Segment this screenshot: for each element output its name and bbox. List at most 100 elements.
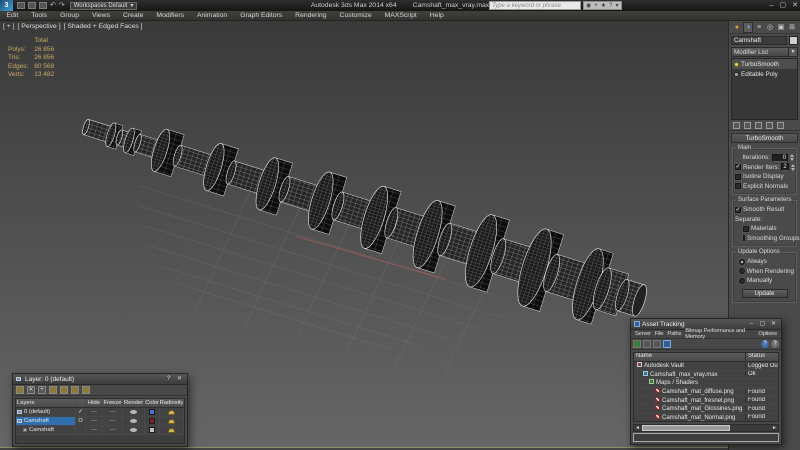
freeze-toggle[interactable]: — <box>103 408 123 416</box>
asset-row-texture[interactable]: Camshaft_mat_diffuse.png Found <box>634 388 778 397</box>
new-scene-icon[interactable] <box>17 2 25 9</box>
stack-item-editable-poly[interactable]: Editable Poly <box>732 69 797 79</box>
asset-row-vault[interactable]: Autodesk Vault Logged Out <box>634 362 778 371</box>
layer-titlebar[interactable]: Layer: 0 (default) ? ✕ <box>13 374 187 385</box>
undo-icon[interactable]: ↶ <box>50 1 56 10</box>
configure-modifier-sets-icon[interactable] <box>777 122 784 129</box>
select-highlighted-icon[interactable] <box>49 386 57 394</box>
camshaft-model[interactable] <box>72 88 657 341</box>
menu-options[interactable]: Options <box>756 331 779 337</box>
remove-modifier-icon[interactable] <box>766 122 773 129</box>
help-icon[interactable]: ? <box>761 340 769 348</box>
menu-customize[interactable]: Customize <box>333 11 378 21</box>
motion-tab-icon[interactable]: ◎ <box>765 22 775 33</box>
render-iters-field[interactable]: 2 <box>781 163 788 171</box>
close-button[interactable]: ✕ <box>792 0 798 11</box>
render-iters-checkbox[interactable]: ✓ <box>735 164 741 170</box>
search-input[interactable]: Type a keyword or phrase <box>489 1 581 10</box>
column-hide[interactable]: Hide <box>86 399 103 407</box>
add-to-layer-icon[interactable]: + <box>38 386 46 394</box>
scrollbar-thumb[interactable] <box>642 425 730 431</box>
asset-row-texture[interactable]: Camshaft_mat_Normal.png Found <box>634 414 778 422</box>
smoothing-groups-checkbox[interactable] <box>743 235 745 241</box>
freeze-toggle[interactable]: — <box>103 417 123 425</box>
display-tab-icon[interactable]: ▣ <box>776 22 786 33</box>
radiosity-toggle[interactable] <box>160 417 184 425</box>
horizontal-scrollbar[interactable]: ◄ ► <box>633 424 779 432</box>
asset-row-maxfile[interactable]: Camshaft_max_vray.max Ok <box>634 371 778 380</box>
modifier-list-dropdown[interactable]: Modifier List ▼ <box>731 47 798 57</box>
column-current[interactable] <box>76 399 86 407</box>
hide-toggle[interactable]: — <box>86 426 103 434</box>
maximize-button[interactable]: ▢ <box>780 0 787 11</box>
minimize-button[interactable]: – <box>770 0 774 11</box>
layer-row-camshaft-object[interactable]: Camshaft — — <box>16 426 184 435</box>
context-help-icon[interactable]: ? <box>771 340 779 348</box>
menu-server[interactable]: Server <box>633 331 653 337</box>
help-icon[interactable]: ? <box>609 3 612 9</box>
smooth-result-checkbox[interactable]: ✓ <box>735 207 741 213</box>
render-toggle[interactable] <box>123 426 145 434</box>
freeze-toggle-icon[interactable] <box>82 386 90 394</box>
menu-help[interactable]: Help <box>423 11 450 21</box>
open-file-icon[interactable] <box>28 2 36 9</box>
asset-row-texture[interactable]: Camshaft_mat_Glossines.png Found <box>634 405 778 414</box>
redo-icon[interactable]: ↷ <box>59 1 65 10</box>
viewport-menu-shading[interactable]: [ Shaded + Edged Faces ] <box>64 23 143 30</box>
iterations-spinner[interactable] <box>790 154 794 161</box>
modifier-enabled-icon[interactable] <box>734 62 739 67</box>
render-toggle[interactable] <box>123 408 145 416</box>
menu-animation[interactable]: Animation <box>190 11 233 21</box>
close-button[interactable]: ✕ <box>769 319 778 329</box>
menu-edit[interactable]: Edit <box>0 11 25 21</box>
object-name-field[interactable]: Camshaft <box>731 36 787 45</box>
chevron-down-icon[interactable]: ▾ <box>616 2 619 9</box>
show-end-result-icon[interactable] <box>744 122 751 129</box>
utilities-tab-icon[interactable]: ⊞ <box>787 22 797 33</box>
update-button[interactable]: Update <box>742 289 788 298</box>
layer-row-camshaft[interactable]: Camshaft O — — <box>16 417 184 426</box>
layer-table-header[interactable]: Layers Hide Freeze Render Color Radiosit… <box>16 399 184 408</box>
asset-row-maps[interactable]: Maps / Shaders <box>634 379 778 388</box>
column-radiosity[interactable]: Radiosity <box>160 399 184 407</box>
column-layers[interactable]: Layers <box>16 399 76 407</box>
explicit-normals-checkbox[interactable] <box>735 183 741 189</box>
when-rendering-radio[interactable] <box>739 268 745 274</box>
always-radio[interactable] <box>739 259 745 265</box>
current-layer-mark[interactable] <box>76 426 86 434</box>
maximize-button[interactable]: ▢ <box>758 319 767 329</box>
refresh-icon[interactable] <box>653 340 661 348</box>
hide-toggle[interactable]: — <box>86 417 103 425</box>
column-render[interactable]: Render <box>123 399 145 407</box>
turbosmooth-rollout-header[interactable]: TurboSmooth <box>731 133 798 143</box>
layer-color-swatch[interactable] <box>145 417 160 425</box>
stack-item-turbosmooth[interactable]: TurboSmooth <box>732 59 797 69</box>
menu-modifiers[interactable]: Modifiers <box>150 11 191 21</box>
radiosity-toggle[interactable] <box>160 408 184 416</box>
viewport-menu-view[interactable]: [ Perspective ] <box>18 23 61 30</box>
menu-tools[interactable]: Tools <box>25 11 54 21</box>
object-color-swatch[interactable] <box>145 426 160 434</box>
vault-login-icon[interactable] <box>633 340 641 348</box>
3dsmax-logo-icon[interactable]: 3 <box>0 0 13 11</box>
menu-create[interactable]: Create <box>117 11 150 21</box>
hide-toggle[interactable]: — <box>86 408 103 416</box>
menu-file[interactable]: File <box>653 331 666 337</box>
current-layer-mark[interactable]: ✓ <box>76 408 86 416</box>
close-button[interactable]: ✕ <box>175 374 184 384</box>
create-tab-icon[interactable]: ● <box>732 22 742 33</box>
scroll-left-icon[interactable]: ◄ <box>634 425 641 431</box>
isoline-display-checkbox[interactable] <box>735 174 741 180</box>
hide-toggle-icon[interactable] <box>71 386 79 394</box>
menu-rendering[interactable]: Rendering <box>289 11 333 21</box>
make-unique-icon[interactable] <box>755 122 762 129</box>
asset-row-texture[interactable]: Camshaft_mat_fresnel.png Found <box>634 396 778 405</box>
highlight-layer-icon[interactable] <box>60 386 68 394</box>
column-color[interactable]: Color <box>145 399 160 407</box>
viewport-menu-plus[interactable]: [ + ] <box>3 23 15 30</box>
object-color-swatch[interactable] <box>789 36 798 45</box>
subscription-icon[interactable]: + <box>594 3 598 9</box>
menu-views[interactable]: Views <box>85 11 116 21</box>
save-file-icon[interactable] <box>39 2 47 9</box>
current-layer-mark[interactable]: O <box>76 417 86 425</box>
